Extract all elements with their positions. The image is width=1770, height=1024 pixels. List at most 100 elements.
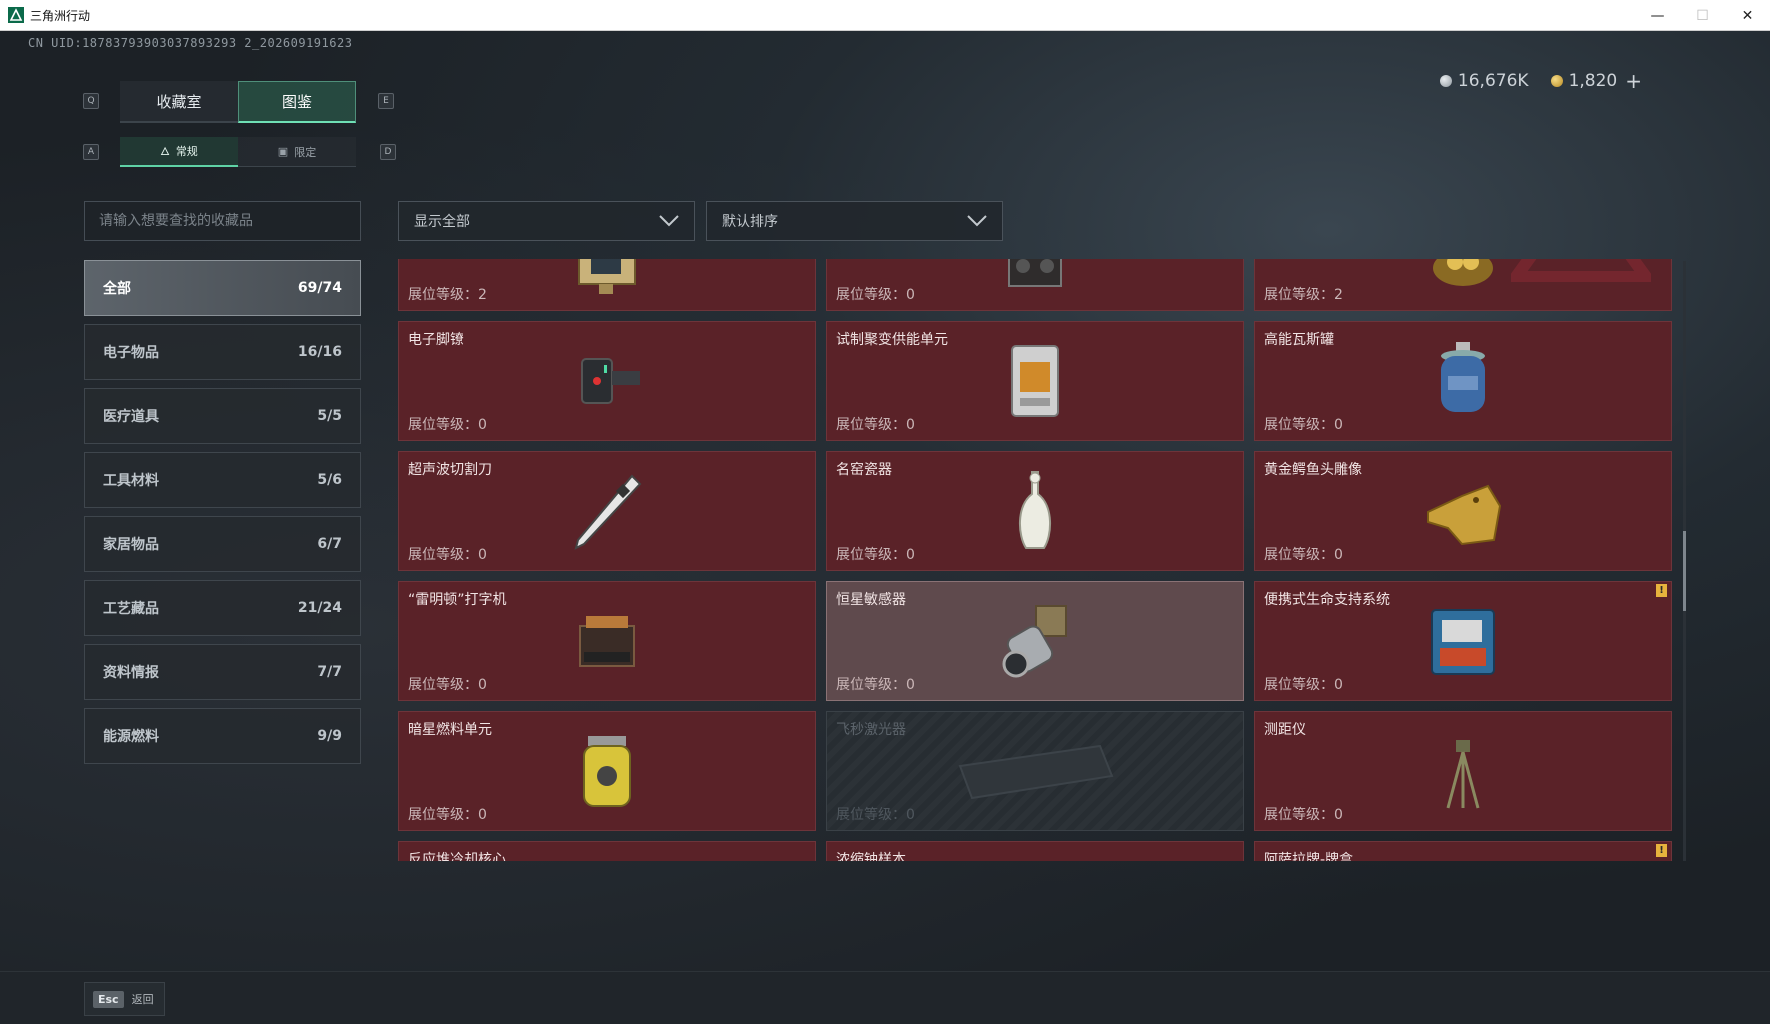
collection-item-card[interactable]: 便携式生命支持系统 ! 展位等级：0: [1254, 581, 1672, 701]
level-value: 0: [906, 807, 915, 823]
item-level: 展位等级：0: [836, 804, 915, 824]
category-label: 资料情报: [103, 665, 159, 681]
sort-dropdown[interactable]: 默认排序: [706, 201, 1003, 241]
user-id-label: CN UID:18783793903037893293 2_2026091916…: [28, 36, 353, 50]
category-label: 工艺藏品: [103, 601, 159, 617]
collection-item-card[interactable]: 飞秒激光器 展位等级：0: [826, 711, 1244, 831]
porcelain-vase-icon: [990, 466, 1080, 556]
add-currency-button[interactable]: +: [1625, 69, 1642, 93]
cutting-knife-icon: [562, 466, 652, 556]
collection-item-card[interactable]: 恒星敏感器 展位等级：0: [826, 581, 1244, 701]
item-name: 便携式生命支持系统: [1264, 592, 1390, 608]
bottom-bar: Esc 返回: [0, 971, 1770, 1024]
item-level: 展位等级：0: [836, 284, 915, 304]
tab-limited-label: 限定: [294, 145, 317, 159]
filter-value: 显示全部: [414, 214, 470, 230]
category-crafts[interactable]: 工艺藏品 21/24: [84, 580, 361, 636]
level-prefix: 展位等级：: [408, 807, 478, 823]
tab-limited[interactable]: ▣ 限定: [238, 137, 356, 167]
level-prefix: 展位等级：: [1264, 417, 1334, 433]
collection-item-card[interactable]: “雷明顿”打字机 展位等级：0: [398, 581, 816, 701]
silver-coin-icon: [1439, 75, 1452, 87]
esc-key-hint: Esc: [93, 990, 124, 1008]
item-level: 展位等级：0: [836, 544, 915, 564]
collection-item-card[interactable]: 试制聚变供能单元 展位等级：0: [826, 321, 1244, 441]
category-list: 全部 69/74 电子物品 16/16 医疗道具 5/5 工具材料 5/6 家居…: [84, 260, 361, 772]
category-count: 5/5: [317, 408, 342, 424]
collection-item-card[interactable]: 浓缩铀样本 展位等级：0: [826, 841, 1244, 861]
close-button[interactable]: ✕: [1725, 0, 1770, 31]
back-button[interactable]: Esc 返回: [84, 982, 165, 1016]
level-prefix: 展位等级：: [1264, 807, 1334, 823]
item-name: 恒星敏感器: [836, 592, 906, 608]
window-titlebar: 三角洲行动 — ☐ ✕: [0, 0, 1770, 31]
maximize-button[interactable]: ☐: [1680, 0, 1725, 31]
level-prefix: 展位等级：: [408, 287, 478, 303]
level-prefix: 展位等级：: [408, 677, 478, 693]
level-prefix: 展位等级：: [836, 807, 906, 823]
collection-item-card[interactable]: 高能瓦斯罐 展位等级：0: [1254, 321, 1672, 441]
category-medical[interactable]: 医疗道具 5/5: [84, 388, 361, 444]
chevron-down-icon: [967, 215, 987, 227]
category-count: 6/7: [317, 536, 342, 552]
key-hint-a: A: [83, 144, 99, 160]
collection-item-card[interactable]: 展位等级：2: [1254, 259, 1672, 311]
category-label: 家居物品: [103, 537, 159, 553]
collection-item-card[interactable]: 电子脚镣 展位等级：0: [398, 321, 816, 441]
search-input[interactable]: [84, 201, 361, 241]
level-value: 2: [478, 287, 487, 303]
category-count: 69/74: [297, 280, 342, 296]
uranium-sample-icon: [990, 856, 1080, 861]
filter-dropdown[interactable]: 显示全部: [398, 201, 695, 241]
collection-item-card[interactable]: 超声波切割刀 展位等级：0: [398, 451, 816, 571]
category-intel[interactable]: 资料情报 7/7: [84, 644, 361, 700]
grid-scrollbar[interactable]: [1683, 261, 1686, 861]
rangefinder-icon: [1418, 726, 1508, 816]
silver-amount: 16,676K: [1457, 71, 1529, 91]
tab-catalog[interactable]: 图鉴: [238, 81, 356, 123]
collection-item-card[interactable]: 暗星燃料单元 展位等级：0: [398, 711, 816, 831]
collection-item-card[interactable]: 黄金鳄鱼头雕像 展位等级：0: [1254, 451, 1672, 571]
minimize-button[interactable]: —: [1635, 0, 1680, 31]
level-prefix: 展位等级：: [836, 417, 906, 433]
category-all[interactable]: 全部 69/74: [84, 260, 361, 316]
collection-item-card[interactable]: 阿萨拉牌-牌盒 ! 展位等级：0: [1254, 841, 1672, 861]
level-value: 0: [1334, 807, 1343, 823]
category-electronics[interactable]: 电子物品 16/16: [84, 324, 361, 380]
collection-item-card[interactable]: 反应堆冷却核心 展位等级：0: [398, 841, 816, 861]
category-label: 电子物品: [103, 345, 159, 361]
item-name: 阿萨拉牌-牌盒: [1264, 852, 1354, 861]
level-prefix: 展位等级：: [836, 547, 906, 563]
scrollbar-thumb[interactable]: [1683, 531, 1686, 611]
sort-value: 默认排序: [722, 214, 778, 230]
collection-grid: 展位等级：2 展位等级：0 展位等级：2 电子脚镣 展位等级：0 试制聚变供能单…: [398, 259, 1684, 861]
collection-item-card[interactable]: 展位等级：0: [826, 259, 1244, 311]
item-level: 展位等级：0: [1264, 544, 1343, 564]
gold-currency: 1,820 +: [1550, 69, 1642, 93]
gold-amount: 1,820: [1568, 71, 1618, 91]
level-value: 0: [478, 807, 487, 823]
tab-regular[interactable]: 🜂 常规: [120, 137, 238, 167]
collection-item-card[interactable]: 展位等级：2: [398, 259, 816, 311]
category-household[interactable]: 家居物品 6/7: [84, 516, 361, 572]
category-energy[interactable]: 能源燃料 9/9: [84, 708, 361, 764]
laser-icon: [950, 726, 1120, 816]
item-name: 名窑瓷器: [836, 462, 892, 478]
gas-canister-icon: [1418, 336, 1508, 426]
level-value: 0: [906, 547, 915, 563]
category-tools[interactable]: 工具材料 5/6: [84, 452, 361, 508]
level-value: 0: [478, 677, 487, 693]
level-value: 0: [478, 547, 487, 563]
star-sensor-icon: [990, 596, 1080, 686]
item-level: 展位等级：0: [836, 674, 915, 694]
chevron-down-icon: [659, 215, 679, 227]
key-hint-e: E: [378, 93, 394, 109]
card-box-icon: [1418, 856, 1508, 861]
game-area: CN UID:18783793903037893293 2_2026091916…: [0, 31, 1770, 1024]
collection-item-card[interactable]: 名窑瓷器 展位等级：0: [826, 451, 1244, 571]
item-level: 展位等级：0: [1264, 414, 1343, 434]
tab-collection-room[interactable]: 收藏室: [120, 81, 238, 123]
collection-item-card[interactable]: 测距仪 展位等级：0: [1254, 711, 1672, 831]
gold-crocodile-icon: [1418, 466, 1508, 556]
item-level: 展位等级：0: [408, 674, 487, 694]
